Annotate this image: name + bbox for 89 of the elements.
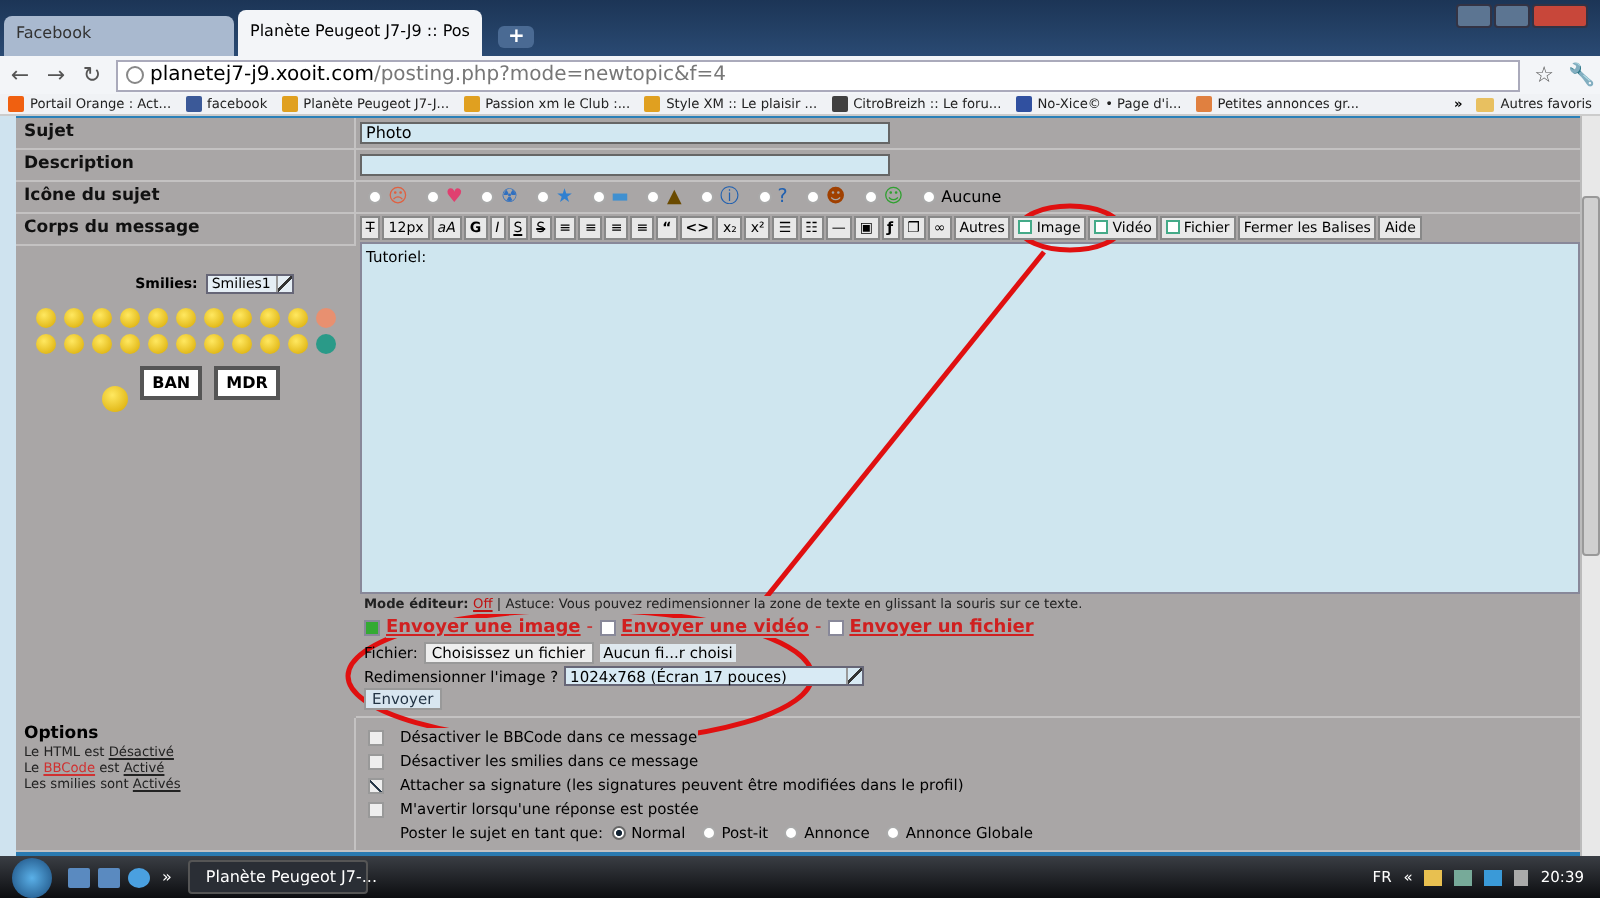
checkbox[interactable] (368, 729, 384, 746)
file-icon (364, 619, 380, 636)
smiley-icon[interactable] (35, 307, 55, 328)
smiley-icon[interactable] (203, 307, 223, 328)
new-tab-button[interactable]: + (497, 26, 535, 48)
radio-button[interactable] (535, 189, 550, 204)
file-icon (827, 619, 844, 636)
radio-button[interactable] (921, 189, 936, 204)
forward-icon[interactable]: → (44, 62, 68, 88)
scrollbar[interactable] (1580, 116, 1600, 856)
close-button[interactable] (1532, 4, 1588, 28)
separator-text: - (814, 617, 822, 638)
checkbox[interactable] (368, 753, 384, 770)
topic-icon: ★ (555, 185, 573, 208)
options-title: Options (24, 723, 101, 744)
radio-button[interactable] (368, 189, 382, 204)
radio-button[interactable] (805, 189, 820, 204)
topic-icon: ⓘ (719, 183, 740, 210)
topic-icon: ? (777, 185, 788, 208)
topic-icon: ☹ (388, 185, 408, 208)
topic-icon: ▬ (611, 185, 629, 208)
radio-button[interactable] (699, 189, 714, 204)
caret-icon (276, 275, 293, 292)
checkbox[interactable] (368, 801, 384, 818)
file-icon (1094, 220, 1109, 235)
field-label: Icône du sujet (24, 185, 160, 206)
smiley-icon[interactable] (315, 333, 335, 354)
checkbox[interactable] (368, 777, 384, 794)
folder-icon (1476, 97, 1495, 111)
smiley-icon[interactable] (203, 333, 223, 354)
smiley-icon[interactable] (102, 385, 129, 412)
radio-button[interactable] (646, 189, 661, 204)
smiley-sign[interactable]: MDR (214, 365, 280, 400)
smiley-icon[interactable] (175, 307, 195, 328)
star-icon[interactable]: ☆ (1532, 62, 1556, 88)
start-button[interactable] (12, 857, 52, 897)
radio-button[interactable] (480, 189, 495, 204)
wrench-icon[interactable]: 🔧 (1568, 62, 1592, 88)
radio-button[interactable] (425, 189, 440, 204)
more-button[interactable]: » (162, 868, 172, 886)
smiley-icon[interactable] (91, 333, 111, 354)
separator-text: - (586, 617, 594, 638)
description-field[interactable] (360, 153, 890, 176)
smiley-icon[interactable] (63, 333, 83, 354)
smiley-icon[interactable] (63, 307, 83, 328)
address-field[interactable]: planetej7-j9.xooit.com/posting.php?mode=newtopic&f=4 (116, 59, 1520, 91)
globe-icon (126, 66, 144, 84)
field-label: Sujet (24, 121, 74, 142)
caret-icon (846, 668, 863, 685)
file-icon (1165, 220, 1180, 235)
smiley-icon[interactable] (287, 333, 307, 354)
smiley-icon[interactable] (287, 307, 307, 328)
topic-icon: ▲ (666, 185, 682, 208)
smiley-icon[interactable] (35, 333, 55, 354)
reload-icon[interactable]: ↻ (80, 62, 104, 88)
topic-icon: ♥ (445, 185, 463, 208)
smiley-icon[interactable] (147, 333, 167, 354)
smiley-icon[interactable] (147, 307, 167, 328)
file-icon (599, 619, 616, 636)
smiley-icon[interactable] (119, 307, 139, 328)
radio-button[interactable] (611, 826, 626, 841)
smiley-sign[interactable]: BAN (140, 365, 203, 400)
field-label: Corps du message (24, 217, 200, 238)
radio-button[interactable] (701, 826, 716, 841)
radio-button[interactable] (757, 189, 772, 204)
file-icon (1018, 220, 1033, 235)
scrollbar-thumb[interactable] (1582, 196, 1600, 556)
minimize-button[interactable] (1456, 4, 1492, 28)
smiley-icon[interactable] (231, 333, 251, 354)
radio-button[interactable] (863, 189, 878, 204)
maximize-button[interactable] (1494, 4, 1530, 28)
subject-field[interactable]: Photo (360, 121, 890, 144)
browser-tab[interactable]: Planète Peugeot J7-J9 :: Pos (238, 10, 482, 56)
topic-icon: ☻ (825, 185, 846, 208)
topic-icon: ☺ (883, 185, 904, 208)
topic-icon: ☢ (500, 185, 518, 208)
smiley-icon[interactable] (259, 333, 279, 354)
radio-button[interactable] (591, 189, 605, 204)
option-label: Aucune (941, 187, 1002, 206)
radio-button[interactable] (784, 826, 799, 841)
field-label: Description (24, 153, 134, 174)
smiley-icon[interactable] (119, 333, 139, 354)
smiley-icon[interactable] (259, 307, 279, 328)
smiley-icon[interactable] (175, 333, 195, 354)
back-icon[interactable]: ← (8, 62, 32, 88)
radio-button[interactable] (885, 826, 900, 841)
browser-tab[interactable]: Facebook (4, 16, 234, 56)
smiley-icon[interactable] (91, 307, 111, 328)
smiley-icon[interactable] (231, 307, 251, 328)
